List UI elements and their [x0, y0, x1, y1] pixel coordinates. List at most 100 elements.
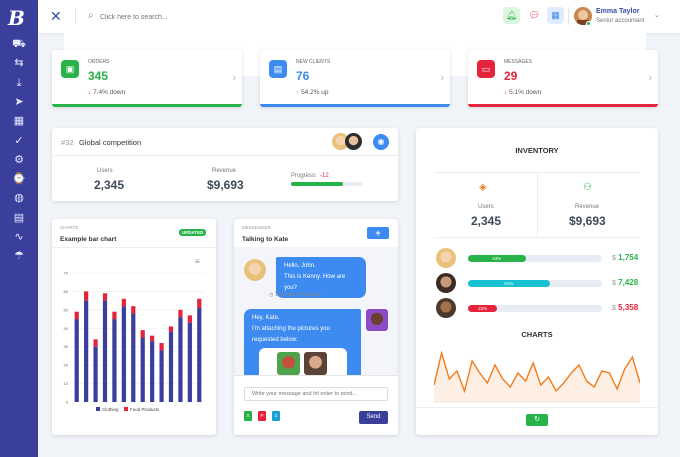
- stat-accent-bar: [468, 104, 658, 107]
- money-transfer-icon[interactable]: ⇆: [11, 56, 27, 70]
- stat-value: 29: [504, 69, 518, 83]
- legend-swatch: [124, 407, 128, 411]
- progress-percent: 61%: [504, 281, 514, 286]
- stat-card[interactable]: ▭ MESSAGES 29 ↓ 5.1% down ›: [468, 50, 658, 107]
- bar-food-products[interactable]: [178, 309, 183, 318]
- user-name[interactable]: Emma Taylor: [596, 8, 639, 15]
- refresh-icon: ↻: [534, 416, 540, 423]
- chevron-right-icon[interactable]: ›: [232, 72, 236, 84]
- y-tick-label: 20: [64, 363, 69, 368]
- globe-icon[interactable]: ◍: [11, 191, 27, 205]
- pulse-icon[interactable]: ∿: [11, 230, 27, 244]
- inventory-progress-bar: 22%: [468, 305, 602, 312]
- chevron-down-icon[interactable]: ⌄: [654, 11, 660, 19]
- bar-food-products[interactable]: [140, 330, 145, 338]
- app-logo[interactable]: B: [8, 6, 30, 30]
- message-time: ◷ 11:01 AM | Yesterday: [269, 292, 322, 298]
- bar-clothing[interactable]: [178, 317, 183, 402]
- bar-food-products[interactable]: [121, 298, 126, 307]
- stat-delta: ↑ 54.2% up: [296, 89, 329, 96]
- pdf-file-icon[interactable]: P: [258, 411, 266, 421]
- bar-food-products[interactable]: [93, 339, 98, 347]
- chevron-right-icon[interactable]: ›: [440, 72, 444, 84]
- message-input[interactable]: [244, 387, 388, 401]
- grid-icon[interactable]: ▦: [547, 7, 564, 24]
- competition-rank: #32: [61, 138, 74, 147]
- bar-clothing[interactable]: [93, 346, 98, 402]
- time-text: 11:01 AM | Yesterday: [274, 292, 322, 298]
- refresh-button[interactable]: ↻: [526, 414, 548, 426]
- clock-icon: ◷: [269, 292, 274, 298]
- inventory-users-label: Users: [478, 204, 494, 210]
- divider: [537, 172, 538, 237]
- bar-food-products[interactable]: [159, 343, 164, 351]
- inventory-revenue-value: $9,693: [569, 214, 606, 228]
- bar-clothing[interactable]: [140, 337, 145, 403]
- bar-food-products[interactable]: [197, 298, 202, 309]
- y-tick-label: 50: [64, 307, 69, 312]
- add-button[interactable]: +: [367, 227, 389, 239]
- bar-food-products[interactable]: [102, 293, 108, 301]
- close-icon[interactable]: ✕: [50, 8, 62, 25]
- send-button[interactable]: Send: [359, 411, 388, 424]
- bar-clothing[interactable]: [74, 319, 79, 402]
- bar-clothing[interactable]: [168, 331, 174, 402]
- attachment-image[interactable]: [277, 352, 300, 375]
- bar-food-products[interactable]: [112, 311, 117, 320]
- amount-value: 7,428: [618, 278, 639, 287]
- attachment-image[interactable]: [304, 352, 327, 375]
- excel-file-icon[interactable]: X: [244, 411, 252, 421]
- y-tick-label: 60: [64, 289, 69, 294]
- bell-icon[interactable]: 🔔︎: [503, 7, 520, 24]
- legend-swatch: [96, 407, 100, 411]
- bar-clothing[interactable]: [112, 319, 117, 402]
- check-circle-icon[interactable]: ✓: [11, 134, 27, 148]
- currency-symbol: $: [612, 305, 616, 312]
- bar-clothing[interactable]: [187, 322, 192, 402]
- umbrella-icon[interactable]: ☂: [11, 249, 27, 263]
- divider: [234, 375, 398, 376]
- truck-icon[interactable]: ⛟: [11, 37, 27, 51]
- inventory-amount: $ 1,754: [612, 253, 638, 262]
- bar-food-products[interactable]: [131, 306, 136, 314]
- clipboard-icon[interactable]: ▤: [11, 211, 27, 225]
- settings-sliders-icon[interactable]: ⚙: [11, 153, 27, 167]
- bar-clothing[interactable]: [159, 350, 164, 402]
- sidebar: B ⛟ ⇆ ⤓ ➤ ▦ ✓ ⚙ ⌚ ◍ ▤ ∿ ☂: [0, 0, 38, 457]
- bar-food-products[interactable]: [187, 315, 192, 323]
- football-icon: ◈: [479, 182, 487, 193]
- zip-file-icon[interactable]: Z: [272, 411, 280, 421]
- stat-delta-text: 7.4% down: [93, 89, 126, 96]
- bar-clothing[interactable]: [197, 308, 202, 402]
- send-icon[interactable]: ➤: [11, 95, 27, 109]
- chat-icon[interactable]: 💬︎: [526, 7, 543, 24]
- inventory-avatar: [436, 248, 456, 268]
- stat-delta: ↓ 5.1% down: [504, 89, 541, 96]
- bar-food-products[interactable]: [74, 311, 79, 320]
- chart-title: Example bar chart: [60, 236, 117, 243]
- bar-clothing[interactable]: [131, 313, 136, 402]
- bar-clothing[interactable]: [150, 341, 155, 402]
- search-input[interactable]: [100, 9, 300, 25]
- download-icon[interactable]: ⤓: [11, 76, 27, 90]
- chevron-right-icon[interactable]: ›: [648, 72, 652, 84]
- messenger-title: Talking to Kate: [242, 236, 289, 243]
- bar-food-products[interactable]: [150, 335, 155, 342]
- stat-card[interactable]: ▤ NEW CLIENTS 76 ↑ 54.2% up ›: [260, 50, 450, 107]
- search-icon: ⌕: [88, 10, 94, 21]
- stat-card[interactable]: ▣ ORDERS 345 ↓ 7.4% down ›: [52, 50, 242, 107]
- bar-clothing[interactable]: [121, 306, 126, 402]
- message-line: Hello, John.: [284, 263, 316, 269]
- bar-food-products[interactable]: [84, 291, 89, 301]
- bar-food-products[interactable]: [168, 326, 174, 332]
- stat-label: MESSAGES: [504, 59, 533, 65]
- calendar-icon[interactable]: ▦: [11, 114, 27, 128]
- inventory-amount: $ 7,428: [612, 278, 638, 287]
- wristwatch-icon[interactable]: ⌚: [11, 172, 27, 186]
- bar-clothing[interactable]: [84, 300, 89, 402]
- lightbulb-icon[interactable]: ◉: [373, 134, 389, 150]
- bar-clothing[interactable]: [102, 300, 108, 402]
- inventory-users-value: 2,345: [471, 214, 502, 228]
- users-label: Users: [97, 168, 113, 174]
- y-tick-label: 10: [64, 381, 69, 386]
